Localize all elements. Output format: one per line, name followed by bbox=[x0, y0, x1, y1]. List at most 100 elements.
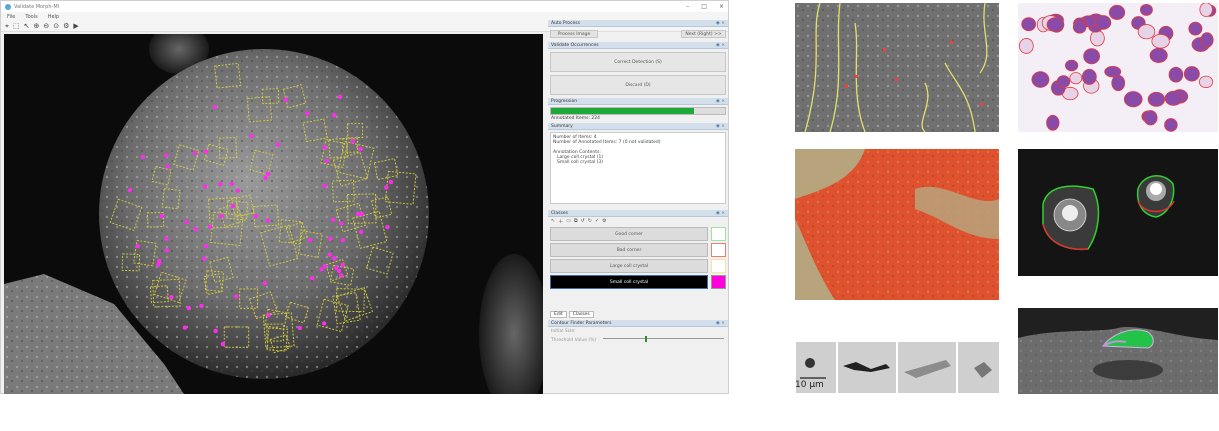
annotation-dot[interactable] bbox=[182, 325, 188, 330]
discard-button[interactable]: Discard (D) bbox=[550, 75, 726, 95]
process-image-button[interactable]: Process Image bbox=[550, 30, 598, 38]
annotation-dot[interactable] bbox=[127, 187, 133, 193]
annotation-dot[interactable] bbox=[385, 224, 390, 230]
annotation-dot[interactable] bbox=[199, 303, 204, 309]
annotation-dot[interactable] bbox=[308, 237, 313, 243]
annotation-dot[interactable] bbox=[262, 280, 268, 286]
annotation-dot[interactable] bbox=[319, 267, 324, 272]
class-button[interactable]: Small coll crystal bbox=[550, 275, 708, 289]
annotation-dot[interactable] bbox=[328, 236, 333, 241]
annotation-dot[interactable] bbox=[218, 181, 223, 187]
annotation-dot[interactable] bbox=[249, 133, 254, 138]
annotation-dot[interactable] bbox=[207, 224, 213, 230]
annotation-dot[interactable] bbox=[336, 268, 342, 274]
annotation-dot[interactable] bbox=[359, 211, 364, 217]
annotation-dot[interactable] bbox=[169, 295, 174, 300]
settings-icon[interactable]: ⚙ bbox=[602, 218, 606, 224]
annotation-dot[interactable] bbox=[159, 213, 165, 219]
annotation-dot[interactable] bbox=[340, 237, 346, 243]
minimize-icon[interactable]: – bbox=[686, 3, 689, 10]
annotation-dot[interactable] bbox=[305, 110, 310, 116]
pin-icon[interactable]: ◉ × bbox=[716, 321, 725, 326]
menu-tools[interactable]: Tools bbox=[25, 14, 37, 20]
slider-thumb[interactable] bbox=[645, 336, 648, 342]
annotation-dot[interactable] bbox=[263, 175, 268, 181]
annotation-dot[interactable] bbox=[265, 218, 270, 223]
annotation-dot[interactable] bbox=[220, 341, 226, 347]
redo-icon[interactable]: ↻ bbox=[588, 218, 592, 224]
annotation-dot[interactable] bbox=[219, 214, 224, 219]
annotation-dot[interactable] bbox=[275, 142, 281, 147]
tab-classes[interactable]: Classes bbox=[568, 311, 594, 318]
select-tool-icon[interactable]: ⌖ bbox=[5, 21, 9, 31]
settings-icon[interactable]: ⚙ bbox=[63, 21, 69, 31]
check-icon[interactable]: ✓ bbox=[595, 218, 599, 224]
rect-tool-icon[interactable]: ▭ bbox=[566, 218, 571, 224]
annotation-dot[interactable] bbox=[212, 104, 218, 110]
class-color-swatch[interactable] bbox=[711, 243, 726, 257]
annotation-dot[interactable] bbox=[213, 328, 218, 334]
annotation-dot[interactable] bbox=[333, 265, 339, 270]
menu-help[interactable]: Help bbox=[48, 14, 59, 20]
annotation-dot[interactable] bbox=[229, 181, 234, 187]
pin-icon[interactable]: ◉ × bbox=[716, 99, 725, 104]
class-color-swatch[interactable] bbox=[711, 275, 726, 289]
correct-detection-button[interactable]: Correct Detection (S) bbox=[550, 52, 726, 72]
pin-icon[interactable]: ◉ × bbox=[716, 43, 725, 48]
class-color-swatch[interactable] bbox=[711, 259, 726, 273]
annotation-dot[interactable] bbox=[165, 164, 170, 169]
annotation-dot[interactable] bbox=[192, 150, 198, 156]
annotation-dot[interactable] bbox=[339, 221, 344, 226]
close-icon[interactable]: × bbox=[719, 3, 724, 10]
annotation-dot[interactable] bbox=[202, 256, 207, 261]
annotation-dot[interactable] bbox=[358, 146, 363, 152]
annotation-dot[interactable] bbox=[355, 211, 361, 217]
annotation-dot[interactable] bbox=[235, 188, 240, 193]
annotation-dot[interactable] bbox=[322, 183, 327, 188]
pin-icon[interactable]: ◉ × bbox=[716, 124, 725, 129]
annotation-dot[interactable] bbox=[321, 321, 327, 326]
annotation-dot[interactable] bbox=[384, 185, 389, 190]
annotation-dot[interactable] bbox=[350, 139, 355, 144]
annotation-dot[interactable] bbox=[164, 248, 169, 253]
annotation-dot[interactable] bbox=[203, 149, 209, 154]
annotation-dot[interactable] bbox=[186, 305, 192, 311]
undo-icon[interactable]: ↺ bbox=[581, 218, 585, 224]
annotation-dot[interactable] bbox=[337, 94, 343, 100]
annotation-dot[interactable] bbox=[388, 179, 394, 185]
annotation-dot[interactable] bbox=[234, 294, 239, 299]
annotation-dot[interactable] bbox=[203, 243, 209, 249]
zoom-fit-icon[interactable]: ⊙ bbox=[53, 21, 59, 31]
class-button[interactable]: Good corner bbox=[550, 227, 708, 241]
annotation-dot[interactable] bbox=[135, 243, 140, 249]
pin-icon[interactable]: ◉ × bbox=[716, 21, 725, 26]
annotation-dot[interactable] bbox=[322, 263, 328, 269]
image-viewer[interactable] bbox=[4, 34, 543, 394]
pointer-icon[interactable]: ↖ bbox=[24, 21, 30, 31]
class-button[interactable]: Bad corner bbox=[550, 243, 708, 257]
class-color-swatch[interactable] bbox=[711, 227, 726, 241]
annotation-dot[interactable] bbox=[164, 152, 169, 158]
run-icon[interactable]: ▶ bbox=[73, 21, 78, 31]
annotation-dot[interactable] bbox=[310, 275, 315, 281]
annotation-dot[interactable] bbox=[297, 325, 303, 331]
annotation-dot[interactable] bbox=[266, 312, 271, 318]
annotation-dot[interactable] bbox=[164, 236, 169, 242]
pointer-icon[interactable]: ↖ bbox=[551, 218, 555, 224]
annotation-dot[interactable] bbox=[202, 184, 208, 189]
menu-file[interactable]: File bbox=[7, 14, 15, 20]
annotation-dot[interactable] bbox=[230, 203, 236, 209]
annotation-dot[interactable] bbox=[358, 229, 364, 235]
annotation-dot[interactable] bbox=[332, 256, 337, 261]
add-icon[interactable]: ＋ bbox=[558, 218, 563, 225]
annotation-dot[interactable] bbox=[156, 262, 161, 267]
annotation-dot[interactable] bbox=[324, 158, 329, 164]
annotation-dot[interactable] bbox=[332, 112, 337, 118]
annotation-dot[interactable] bbox=[340, 262, 345, 268]
annotation-dot[interactable] bbox=[283, 97, 289, 102]
annotation-dot[interactable] bbox=[330, 217, 336, 223]
annotation-dot[interactable] bbox=[327, 252, 332, 257]
maximize-icon[interactable]: □ bbox=[701, 3, 707, 10]
threshold-slider[interactable] bbox=[603, 336, 724, 343]
annotation-dot[interactable] bbox=[265, 171, 271, 176]
